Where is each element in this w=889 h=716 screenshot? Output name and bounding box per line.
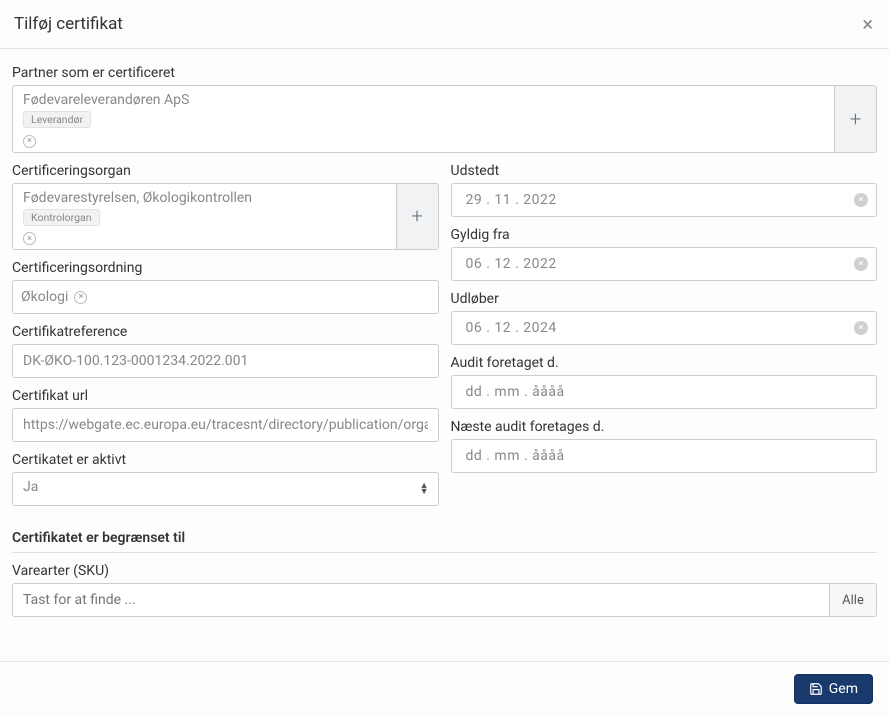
scheme-label: Certificeringsordning [12, 260, 439, 276]
clear-icon[interactable]: × [854, 193, 868, 207]
audit-done-field: Audit foretaget d. dd . mm . åååå [451, 355, 878, 409]
valid-from-input[interactable]: 06 . 12 . 2022 × [451, 247, 878, 281]
sku-field: Varearter (SKU) Alle [12, 563, 877, 617]
partner-name: Fødevareleverandøren ApS [23, 92, 824, 108]
expires-field: Udløber 06 . 12 . 2024 × [451, 291, 878, 345]
expires-value: 06 . 12 . 2024 [466, 320, 855, 336]
active-select[interactable]: Ja ▲▼ [12, 472, 439, 506]
modal-title: Tilføj certifikat [14, 14, 123, 34]
cert-body-name: Fødevarestyrelsen, Økologikontrollen [23, 190, 386, 206]
issued-field: Udstedt 29 . 11 . 2022 × [451, 163, 878, 217]
audit-done-label: Audit foretaget d. [451, 355, 878, 371]
issued-label: Udstedt [451, 163, 878, 179]
cert-body-combo-content[interactable]: Fødevarestyrelsen, Økologikontrollen Kon… [13, 184, 396, 250]
sku-all-button[interactable]: Alle [829, 583, 877, 617]
scheme-field: Certificeringsordning Økologi × [12, 260, 439, 314]
partner-label: Partner som er certificeret [12, 65, 877, 81]
remove-icon[interactable]: × [74, 291, 87, 304]
two-column-layout: Certificeringsorgan Fødevarestyrelsen, Ø… [12, 163, 877, 517]
active-field: Certikatet er aktivt Ja ▲▼ [12, 452, 439, 506]
cert-body-label: Certificeringsorgan [12, 163, 439, 179]
audit-next-input[interactable]: dd . mm . åååå [451, 439, 878, 473]
audit-next-placeholder: dd . mm . åååå [466, 448, 869, 464]
limits-section-header: Certifikatet er begrænset til [12, 530, 877, 553]
partner-field: Partner som er certificeret Fødevareleve… [12, 65, 877, 153]
valid-from-field: Gyldig fra 06 . 12 . 2022 × [451, 227, 878, 281]
cert-ref-label: Certifikatreference [12, 324, 439, 340]
add-cert-body-button[interactable]: + [396, 184, 438, 250]
cert-url-input[interactable] [12, 408, 439, 442]
remove-icon[interactable]: × [23, 135, 36, 148]
cert-ref-input[interactable] [12, 344, 439, 378]
partner-role-tag: Leverandør [23, 111, 91, 128]
issued-value: 29 . 11 . 2022 [466, 192, 855, 208]
audit-done-input[interactable]: dd . mm . åååå [451, 375, 878, 409]
sku-label: Varearter (SKU) [12, 563, 877, 579]
audit-done-placeholder: dd . mm . åååå [466, 384, 869, 400]
valid-from-value: 06 . 12 . 2022 [466, 256, 855, 272]
clear-icon[interactable]: × [854, 321, 868, 335]
close-icon[interactable]: × [862, 14, 873, 34]
expires-input[interactable]: 06 . 12 . 2024 × [451, 311, 878, 345]
sku-row: Alle [12, 583, 877, 617]
expires-label: Udløber [451, 291, 878, 307]
cert-url-label: Certifikat url [12, 388, 439, 404]
add-partner-button[interactable]: + [834, 86, 876, 152]
scheme-chip-text: Økologi [21, 289, 68, 305]
partner-combo-content[interactable]: Fødevareleverandøren ApS Leverandør × [13, 86, 834, 152]
scheme-input[interactable]: Økologi × [12, 280, 439, 314]
save-button-label: Gem [829, 681, 858, 697]
save-button[interactable]: Gem [794, 674, 873, 704]
left-column: Certificeringsorgan Fødevarestyrelsen, Ø… [12, 163, 439, 517]
save-icon [809, 682, 823, 696]
modal-footer: Gem [0, 661, 889, 716]
clear-icon[interactable]: × [854, 257, 868, 271]
audit-next-field: Næste audit foretages d. dd . mm . åååå [451, 419, 878, 473]
remove-icon[interactable]: × [23, 232, 36, 245]
active-label: Certikatet er aktivt [12, 452, 439, 468]
right-column: Udstedt 29 . 11 . 2022 × Gyldig fra 06 .… [451, 163, 878, 517]
modal-header: Tilføj certifikat × [0, 0, 889, 49]
sku-input[interactable] [12, 583, 829, 617]
cert-body-field: Certificeringsorgan Fødevarestyrelsen, Ø… [12, 163, 439, 251]
cert-body-role-tag: Kontrolorgan [23, 209, 100, 226]
valid-from-label: Gyldig fra [451, 227, 878, 243]
partner-combo: Fødevareleverandøren ApS Leverandør × + [12, 85, 877, 153]
cert-body-combo: Fødevarestyrelsen, Økologikontrollen Kon… [12, 183, 439, 251]
cert-url-field: Certifikat url [12, 388, 439, 442]
audit-next-label: Næste audit foretages d. [451, 419, 878, 435]
modal-body: Partner som er certificeret Fødevareleve… [0, 49, 889, 637]
active-select-display: Ja [12, 472, 439, 506]
issued-input[interactable]: 29 . 11 . 2022 × [451, 183, 878, 217]
cert-ref-field: Certifikatreference [12, 324, 439, 378]
